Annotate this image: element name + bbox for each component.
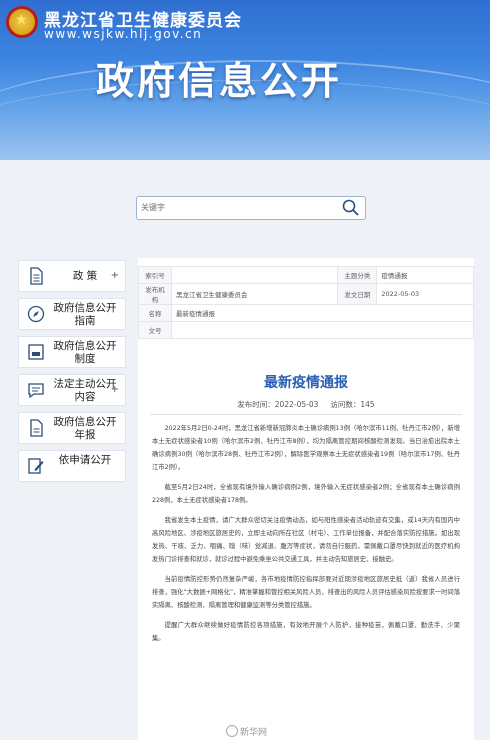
search-icon[interactable] [341, 198, 361, 218]
sidebar-item-annual-report[interactable]: 政府信息公开年报 [18, 412, 126, 444]
divider [150, 414, 462, 415]
search-box [136, 196, 366, 220]
meta-label: 文号 [138, 321, 172, 339]
article-paragraph: 我省发生本土疫情，请广大群众密切关注疫情动态，如与阳性感染者活动轨迹有交集，或1… [152, 517, 460, 563]
sidebar-item-label: 政 策 [72, 270, 98, 282]
meta-label: 索引号 [138, 266, 172, 284]
search-input[interactable] [141, 200, 331, 214]
article-body: 2022年5月2日0-24时，黑龙江省新增新冠肺炎本土确诊病例13例（哈尔滨市1… [152, 422, 460, 652]
content-panel: 索引号 主题分类 疫情通报 发布机构 黑龙江省卫生健康委员会 发文日期 2022… [138, 258, 474, 740]
meta-value: 最新疫情通报 [171, 304, 474, 322]
meta-value [170, 266, 339, 284]
report-icon [30, 419, 43, 437]
sidebar-item-label: 法定主动公开内容 [53, 378, 117, 403]
sidebar-item-statutory-content[interactable]: 法定主动公开内容 + [18, 374, 126, 406]
meta-value: 2022-05-03 [376, 283, 474, 305]
sidebar-item-label: 政府信息公开指南 [53, 302, 117, 327]
sidebar-item-apply-disclosure[interactable]: 依申请公开 [18, 450, 126, 482]
sidebar-item-label: 依申请公开 [58, 454, 112, 466]
book-icon [28, 344, 44, 360]
publish-date: 发布时间：2022-05-03 [237, 400, 319, 409]
edit-icon [28, 458, 44, 474]
watermark: 新华网 [226, 725, 267, 738]
watermark-text: 新华网 [240, 728, 268, 738]
meta-value [171, 321, 474, 339]
expand-plus-icon[interactable]: + [111, 384, 119, 395]
national-emblem-icon: ★ [6, 6, 38, 38]
header-banner: ★ 黑龙江省卫生健康委员会 www.wsjkw.hlj.gov.cn 政府信息公… [0, 0, 490, 160]
meta-label: 名称 [138, 304, 172, 322]
article-paragraph: 提醒广大群众继续做好疫情防控各项措施，有效地开展个人防护，接种疫苗，佩戴口罩、勤… [152, 622, 460, 642]
meta-label: 主题分类 [337, 266, 378, 284]
article-paragraph: 截至5月2日24时，全省现有境外输入确诊病例2例，境外输入无症状感染者2例；全省… [152, 484, 460, 504]
document-meta-table: 索引号 主题分类 疫情通报 发布机构 黑龙江省卫生健康委员会 发文日期 2022… [138, 266, 474, 339]
meta-value: 黑龙江省卫生健康委员会 [170, 283, 339, 305]
chat-list-icon [28, 383, 44, 399]
weibo-icon [226, 725, 238, 737]
org-url[interactable]: www.wsjkw.hlj.gov.cn [44, 27, 202, 41]
article-info: 发布时间：2022-05-03 访问数：145 [138, 399, 474, 410]
page-title: 政府信息公开 [96, 59, 343, 103]
expand-plus-icon[interactable]: + [111, 270, 119, 281]
sidebar-item-policy[interactable]: 政 策 + [18, 260, 126, 292]
view-count: 访问数：145 [330, 400, 375, 409]
sidebar-item-disclosure-system[interactable]: 政府信息公开制度 [18, 336, 126, 368]
sidebar-item-label: 政府信息公开年报 [53, 416, 117, 441]
sidebar-item-disclosure-guide[interactable]: 政府信息公开指南 [18, 298, 126, 330]
article-title: 最新疫情通报 [264, 375, 348, 391]
meta-label: 发文日期 [337, 283, 378, 305]
compass-icon [27, 305, 45, 323]
document-icon [30, 267, 43, 285]
meta-value: 疫情通报 [376, 266, 474, 284]
sidebar: 政 策 + 政府信息公开指南 政府信息公开制度 法定主动公开内容 + 政府信息公… [18, 260, 126, 488]
meta-label: 发布机构 [138, 283, 172, 305]
sidebar-item-label: 政府信息公开制度 [53, 340, 117, 365]
article-paragraph: 当前疫情防控形势仍然复杂严峻，各市地疫情防控指挥部要对近期涉疫地区旅居史抵（返）… [152, 576, 460, 609]
article-paragraph: 2022年5月2日0-24时，黑龙江省新增新冠肺炎本土确诊病例13例（哈尔滨市1… [152, 425, 460, 471]
